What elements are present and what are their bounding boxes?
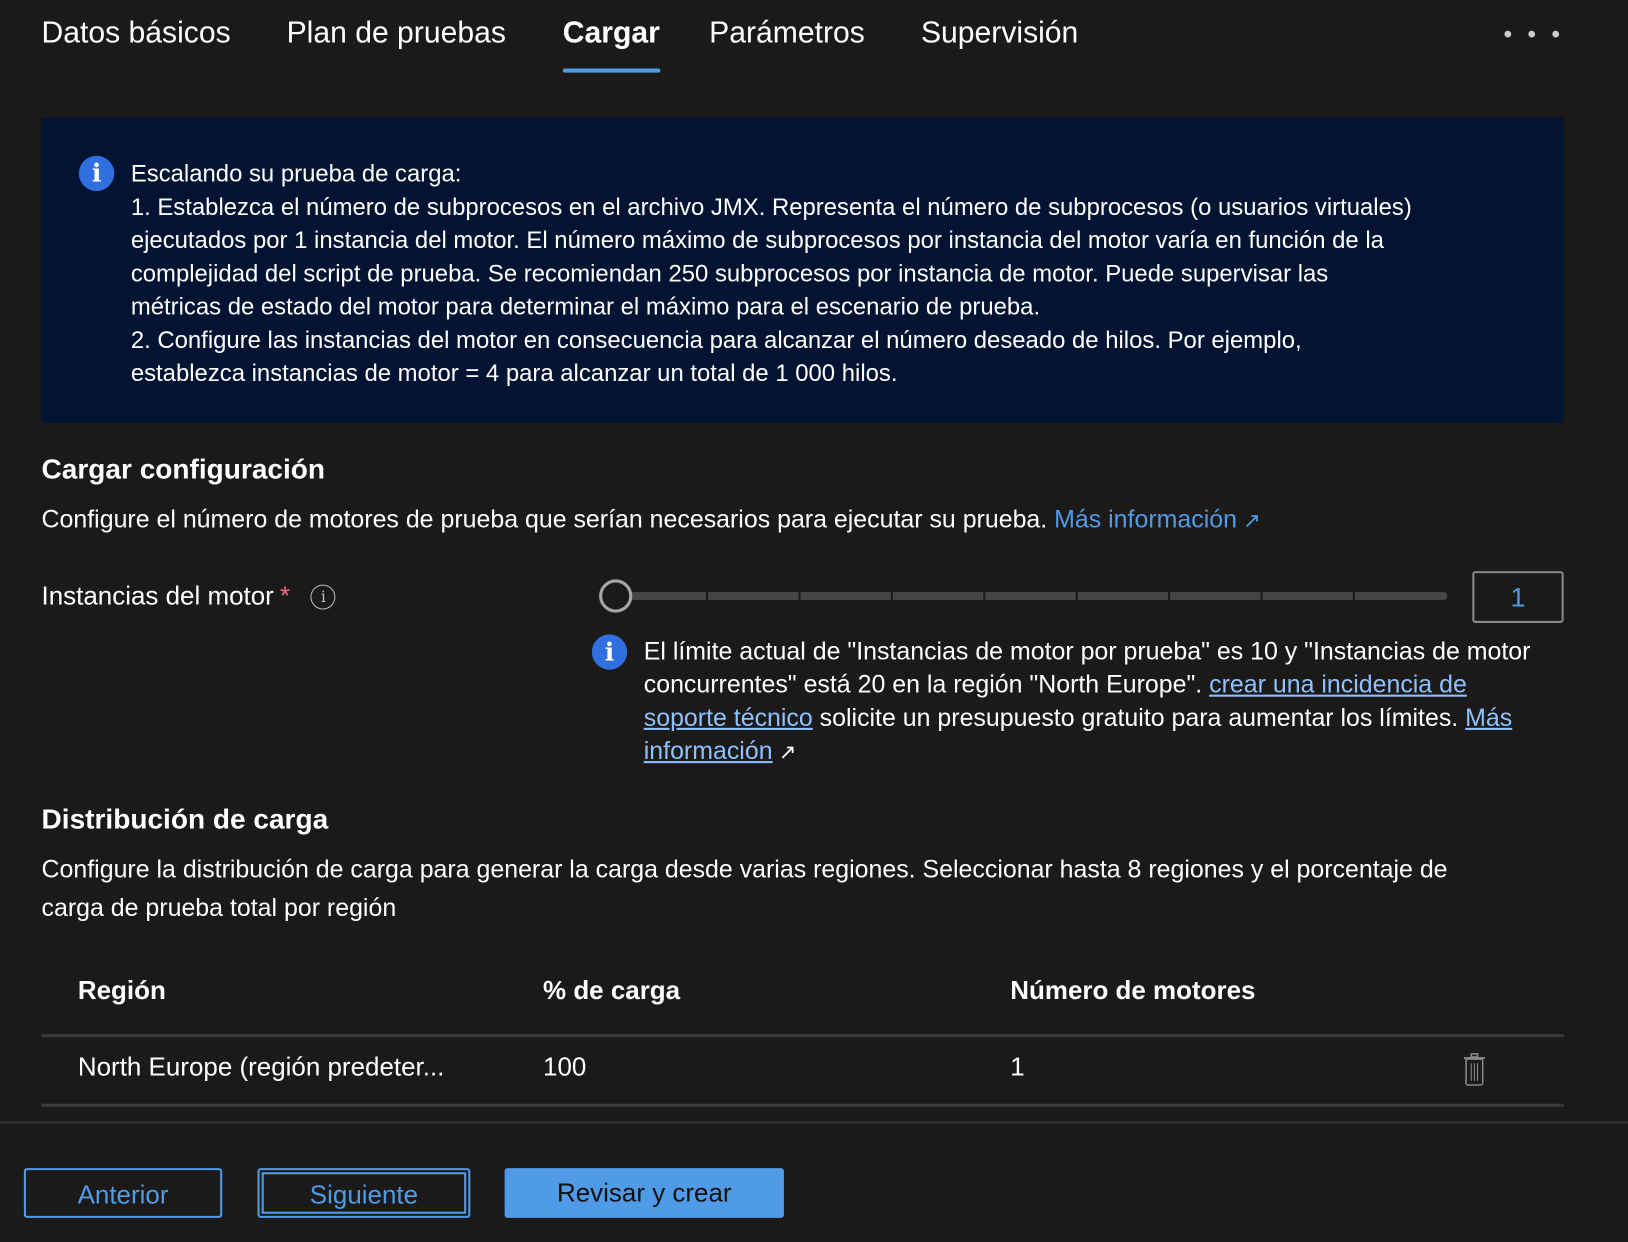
tab-test-plan[interactable]: Plan de pruebas xyxy=(287,17,506,51)
load-tab-page: Datos básicos Plan de pruebas Cargar Par… xyxy=(0,0,1628,1242)
engine-label-text: Instancias del motor xyxy=(41,581,274,611)
engines-cell: 1 xyxy=(1010,1052,1025,1082)
trash-icon[interactable] xyxy=(1463,1053,1486,1086)
limit-text-2: solicite un presupuesto gratuito para au… xyxy=(819,703,1459,733)
engine-instances-input[interactable]: 1 xyxy=(1472,571,1564,623)
banner-line: métricas de estado del motor para determ… xyxy=(130,292,1041,320)
slider-thumb[interactable] xyxy=(599,579,633,613)
external-link-icon: ↗ xyxy=(778,741,797,765)
tab-parameters[interactable]: Parámetros xyxy=(709,17,865,51)
info-circle-icon[interactable]: i xyxy=(310,584,336,610)
next-button[interactable]: Siguiente xyxy=(257,1168,471,1218)
required-marker: * xyxy=(280,581,291,611)
column-header-load: % de carga xyxy=(543,976,681,1006)
load-config-title: Cargar configuración xyxy=(41,453,326,485)
info-icon: i xyxy=(591,634,628,670)
engine-instances-label: Instancias del motor * i xyxy=(42,581,336,611)
info-icon: i xyxy=(78,155,115,192)
column-header-region: Región xyxy=(77,976,166,1006)
more-info-link[interactable]: Más información ↗ xyxy=(1054,506,1260,534)
more-options-icon[interactable]: • • • xyxy=(1503,21,1564,50)
footer-divider xyxy=(0,1121,1628,1124)
limit-info-text: El límite actual de "Instancias de motor… xyxy=(644,635,1537,769)
load-config-description: Configure el número de motores de prueba… xyxy=(42,500,1261,540)
divider xyxy=(41,1034,1564,1038)
external-link-icon: ↗ xyxy=(1243,509,1261,533)
banner-line: 1. Establezca el número de subprocesos e… xyxy=(130,193,1412,221)
banner-line: complejidad del script de prueba. Se rec… xyxy=(130,259,1329,287)
review-create-button[interactable]: Revisar y crear xyxy=(504,1168,784,1218)
banner-line: ejecutados por 1 instancia del motor. El… xyxy=(130,226,1384,254)
divider xyxy=(41,1103,1564,1107)
banner-line: Escalando su prueba de carga: xyxy=(130,159,462,187)
tab-load[interactable]: Cargar xyxy=(562,17,660,73)
distribution-description: Configure la distribución de carga para … xyxy=(41,855,1448,923)
engine-instances-slider-track[interactable] xyxy=(614,591,1448,601)
tab-monitoring[interactable]: Supervisión xyxy=(921,17,1078,51)
load-cell[interactable]: 100 xyxy=(543,1053,586,1083)
distribution-title: Distribución de carga xyxy=(41,803,329,835)
region-cell: North Europe (región predeter... xyxy=(77,1052,445,1082)
tab-basics[interactable]: Datos básicos xyxy=(42,17,231,51)
banner-line: establezca instancias de motor = 4 para … xyxy=(130,359,898,387)
more-info-link-text[interactable]: Más información xyxy=(1054,506,1237,534)
description-text: Configure el número de motores de prueba… xyxy=(41,505,1048,534)
column-header-engines: Número de motores xyxy=(1010,976,1256,1006)
banner-line: 2. Configure las instancias del motor en… xyxy=(130,326,1302,354)
previous-button[interactable]: Anterior xyxy=(23,1168,223,1218)
scaling-info-banner: i Escalando su prueba de carga: 1. Estab… xyxy=(41,117,1564,423)
